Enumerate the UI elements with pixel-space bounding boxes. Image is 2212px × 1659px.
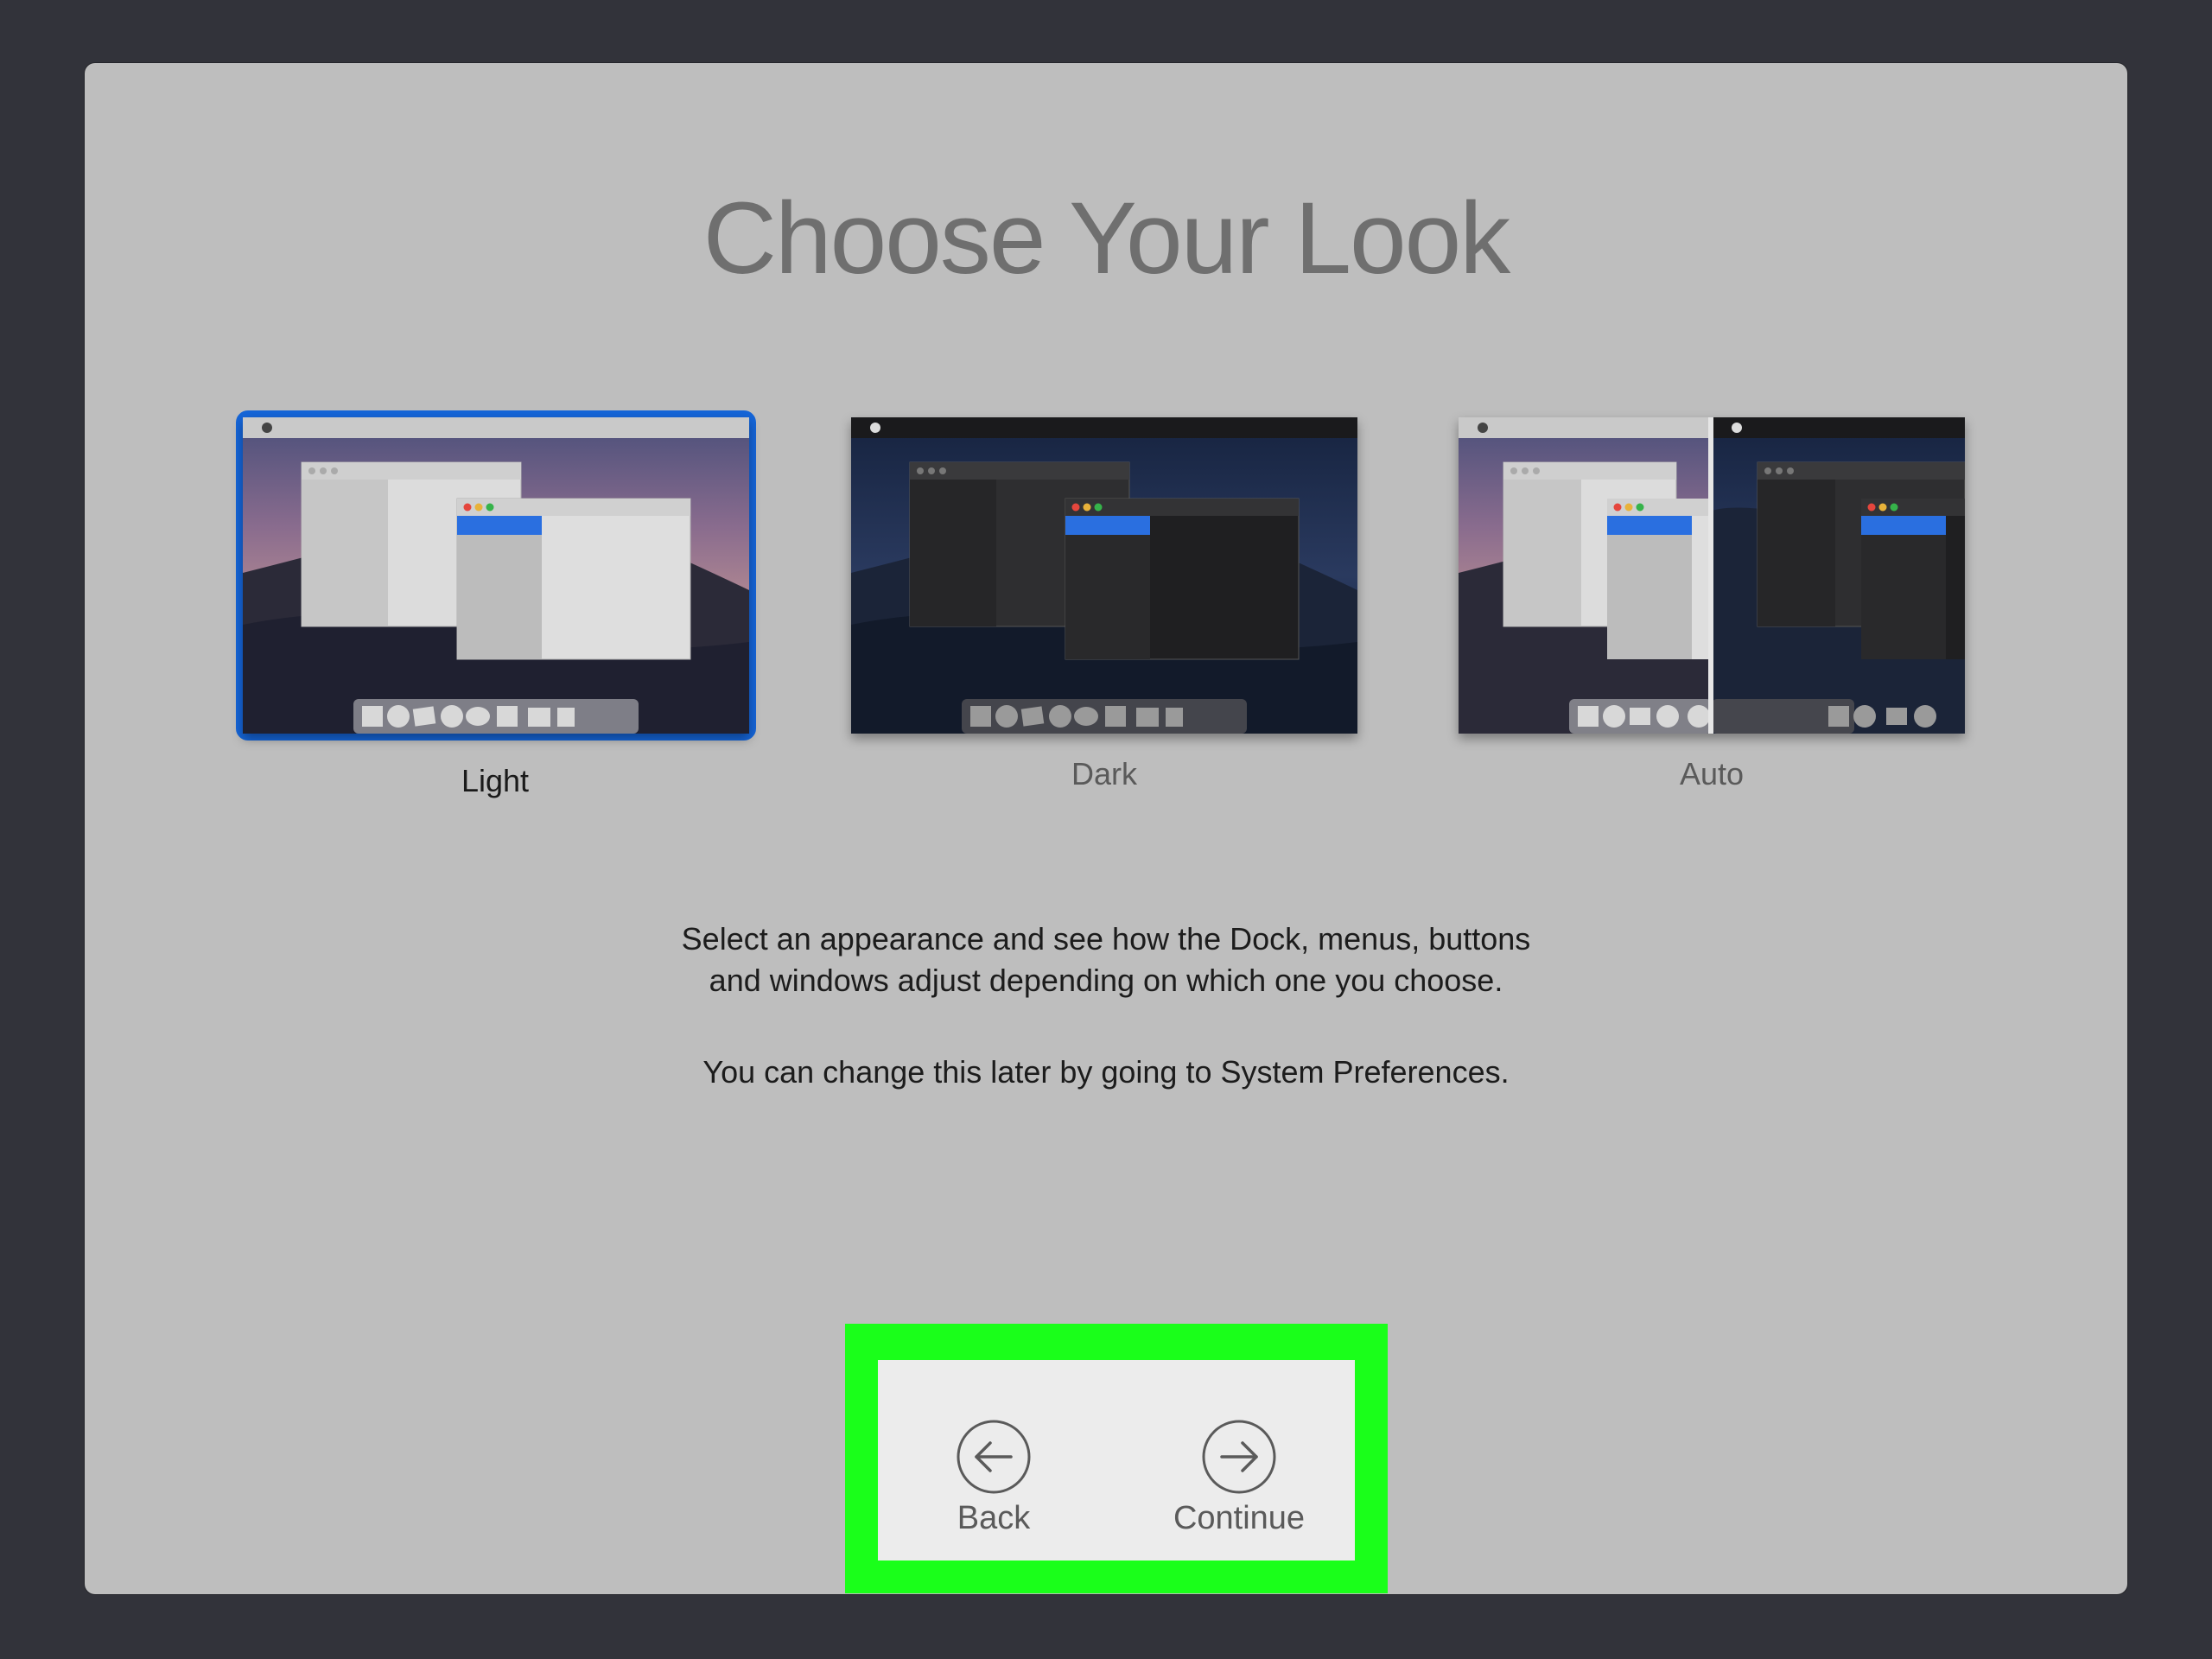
appearance-option-auto[interactable]: Auto bbox=[1452, 417, 1971, 792]
auto-thumb-frame bbox=[1459, 417, 1965, 734]
auto-preview-thumbnail bbox=[1459, 417, 1965, 734]
dark-thumb-frame bbox=[851, 417, 1357, 734]
appearance-option-dark[interactable]: Dark bbox=[845, 417, 1363, 792]
back-button[interactable]: Back bbox=[899, 1419, 1089, 1537]
continue-label: Continue bbox=[1173, 1500, 1306, 1536]
description-text: Select an appearance and see how the Doc… bbox=[85, 918, 2127, 1093]
page-title: Choose Your Look bbox=[702, 181, 1510, 296]
appearance-option-light[interactable]: Light bbox=[236, 410, 756, 799]
dark-preview-thumbnail bbox=[851, 417, 1357, 734]
arrow-left-circle-icon bbox=[957, 1420, 1031, 1494]
continue-button[interactable]: Continue bbox=[1144, 1419, 1334, 1537]
navigation-buttons: Back Continue bbox=[878, 1360, 1355, 1560]
light-preview-thumbnail bbox=[243, 417, 749, 734]
option-label-dark: Dark bbox=[1071, 756, 1137, 791]
option-label-light: Light bbox=[461, 763, 530, 798]
description-line-3: You can change this later by going to Sy… bbox=[702, 1054, 1510, 1090]
option-label-auto: Auto bbox=[1679, 756, 1745, 791]
back-label: Back bbox=[957, 1500, 1031, 1536]
description-line-2: and windows adjust depending on which on… bbox=[709, 963, 1503, 998]
description-line-1: Select an appearance and see how the Doc… bbox=[681, 921, 1531, 957]
arrow-right-circle-icon bbox=[1202, 1420, 1276, 1494]
selection-border bbox=[236, 410, 756, 741]
